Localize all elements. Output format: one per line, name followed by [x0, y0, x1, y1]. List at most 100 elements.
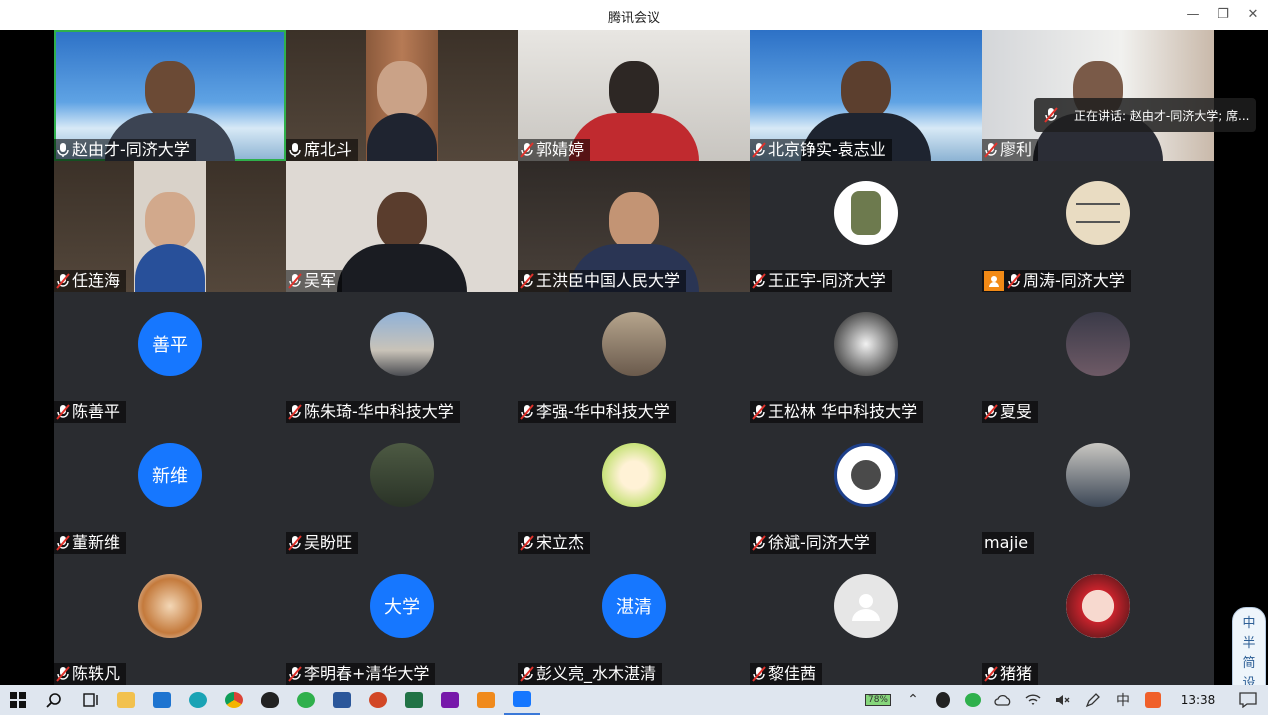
participant-tile[interactable]: 王洪臣中国人民大学: [518, 161, 750, 292]
participant-tile[interactable]: 徐斌-同济大学: [750, 423, 982, 554]
word-icon: [333, 692, 351, 708]
ime-char[interactable]: 中: [1233, 614, 1265, 634]
tray-ime-language[interactable]: 中: [1108, 685, 1138, 715]
participant-tile[interactable]: majie: [982, 423, 1214, 554]
tray-wechat[interactable]: [958, 685, 988, 715]
participant-tile[interactable]: 陈轶凡: [54, 554, 286, 685]
sogou-icon: [1145, 692, 1161, 708]
taskbar-app-onenote[interactable]: [432, 685, 468, 715]
battery-indicator[interactable]: 78%: [858, 685, 898, 715]
participant-name-bar: 李明春+清华大学: [286, 663, 436, 685]
participant-tile[interactable]: 席北斗: [286, 30, 518, 161]
clock[interactable]: 13:38: [1168, 685, 1228, 715]
pen-icon: [1085, 693, 1100, 708]
participant-name: 陈朱琦-华中科技大学: [304, 402, 454, 421]
ime-char[interactable]: 半: [1233, 634, 1265, 654]
participant-name-bar: 彭义亮_水木湛清: [518, 663, 663, 685]
mic-muted-icon: [56, 404, 70, 420]
participant-name-bar: 陈轶凡: [54, 663, 127, 685]
taskbar-app-qq[interactable]: [252, 685, 288, 715]
avatar: [1066, 443, 1130, 507]
mic-muted-icon: [288, 273, 302, 289]
participant-tile[interactable]: 王正宇-同济大学: [750, 161, 982, 292]
participant-tile[interactable]: 周涛-同济大学: [982, 161, 1214, 292]
participant-tile[interactable]: 猪猪: [982, 554, 1214, 685]
participant-tile[interactable]: 吴盼旺: [286, 423, 518, 554]
onenote-icon: [441, 692, 459, 708]
mic-muted-icon: [288, 404, 302, 420]
action-center-button[interactable]: [1228, 685, 1268, 715]
host-icon: [984, 271, 1004, 291]
qq-penguin-icon: [261, 692, 279, 708]
task-view-button[interactable]: [72, 685, 108, 715]
participant-name-bar: 黎佳茜: [750, 663, 823, 685]
avatar-text: 大学: [384, 597, 420, 618]
participant-tile[interactable]: 黎佳茜: [750, 554, 982, 685]
taskbar-app-wechat[interactable]: [288, 685, 324, 715]
participant-name-bar: 董新维: [54, 532, 127, 554]
participant-name-bar: 徐斌-同济大学: [750, 532, 876, 554]
window-title: 腾讯会议: [607, 11, 660, 26]
taskbar-app-powerpoint[interactable]: [360, 685, 396, 715]
show-hidden-icons[interactable]: ⌃: [898, 685, 928, 715]
participant-tile[interactable]: 善平 陈善平: [54, 292, 286, 423]
participant-tile[interactable]: 李强-华中科技大学: [518, 292, 750, 423]
participant-tile[interactable]: 北京铮实-袁志业: [750, 30, 982, 161]
clock-time: 13:38: [1180, 693, 1216, 707]
participant-tile[interactable]: 宋立杰: [518, 423, 750, 554]
tray-qq[interactable]: [928, 685, 958, 715]
mic-muted-icon: [520, 535, 534, 551]
participant-name: 廖利: [1000, 140, 1033, 159]
avatar: 湛清: [602, 574, 666, 638]
participant-tile[interactable]: 廖利: [982, 30, 1214, 161]
taskbar-app-mail[interactable]: [144, 685, 180, 715]
participant-tile[interactable]: 吴军: [286, 161, 518, 292]
participant-tile[interactable]: 郭婧婷: [518, 30, 750, 161]
close-button[interactable]: ✕: [1243, 5, 1263, 25]
taskbar-app-explorer[interactable]: [108, 685, 144, 715]
app-icon: [477, 692, 495, 708]
ime-char[interactable]: 简: [1233, 654, 1265, 674]
taskbar-app-orange[interactable]: [468, 685, 504, 715]
avatar: [602, 312, 666, 376]
taskbar-app-edge[interactable]: [180, 685, 216, 715]
participant-tile[interactable]: 王松林 华中科技大学: [750, 292, 982, 423]
speaking-text: 正在讲话: 赵由才-同济大学; 席...: [1074, 108, 1250, 123]
taskbar-app-chrome[interactable]: [216, 685, 252, 715]
participant-tile[interactable]: 新维 董新维: [54, 423, 286, 554]
cloud-icon: [994, 694, 1011, 706]
battery-level: 78%: [865, 694, 891, 706]
minimize-button[interactable]: —: [1183, 5, 1203, 25]
chevron-up-icon: ⌃: [907, 692, 919, 708]
search-button[interactable]: [36, 685, 72, 715]
participant-tile[interactable]: 夏旻: [982, 292, 1214, 423]
tray-network[interactable]: [1018, 685, 1048, 715]
participant-name: 黎佳茜: [768, 664, 817, 683]
avatar: [602, 443, 666, 507]
avatar: [138, 574, 202, 638]
participant-tile[interactable]: 湛清 彭义亮_水木湛清: [518, 554, 750, 685]
participant-name-bar: 周涛-同济大学: [982, 270, 1131, 292]
taskbar-app-word[interactable]: [324, 685, 360, 715]
mic-muted-icon: [56, 666, 70, 682]
participant-tile[interactable]: 大学 李明春+清华大学: [286, 554, 518, 685]
taskbar-app-tencent-meeting[interactable]: [504, 685, 540, 715]
participant-name: 赵由才-同济大学: [72, 140, 190, 159]
mic-muted-icon: [520, 404, 534, 420]
university-seal-avatar: [834, 443, 898, 507]
participant-tile[interactable]: 赵由才-同济大学: [54, 30, 286, 161]
taskbar-app-excel[interactable]: [396, 685, 432, 715]
tray-cloud[interactable]: [988, 685, 1018, 715]
participant-name: 徐斌-同济大学: [768, 533, 870, 552]
participant-tile[interactable]: 陈朱琦-华中科技大学: [286, 292, 518, 423]
tray-pen[interactable]: [1078, 685, 1108, 715]
avatar-text: 善平: [152, 335, 188, 356]
restore-button[interactable]: ❐: [1213, 5, 1233, 25]
tray-volume[interactable]: [1048, 685, 1078, 715]
participant-tile[interactable]: 任连海: [54, 161, 286, 292]
start-button[interactable]: [0, 685, 36, 715]
tray-sogou-ime[interactable]: [1138, 685, 1168, 715]
participant-name-bar: 李强-华中科技大学: [518, 401, 676, 423]
mic-muted-icon: [1044, 107, 1058, 123]
qq-penguin-icon: [936, 692, 950, 708]
